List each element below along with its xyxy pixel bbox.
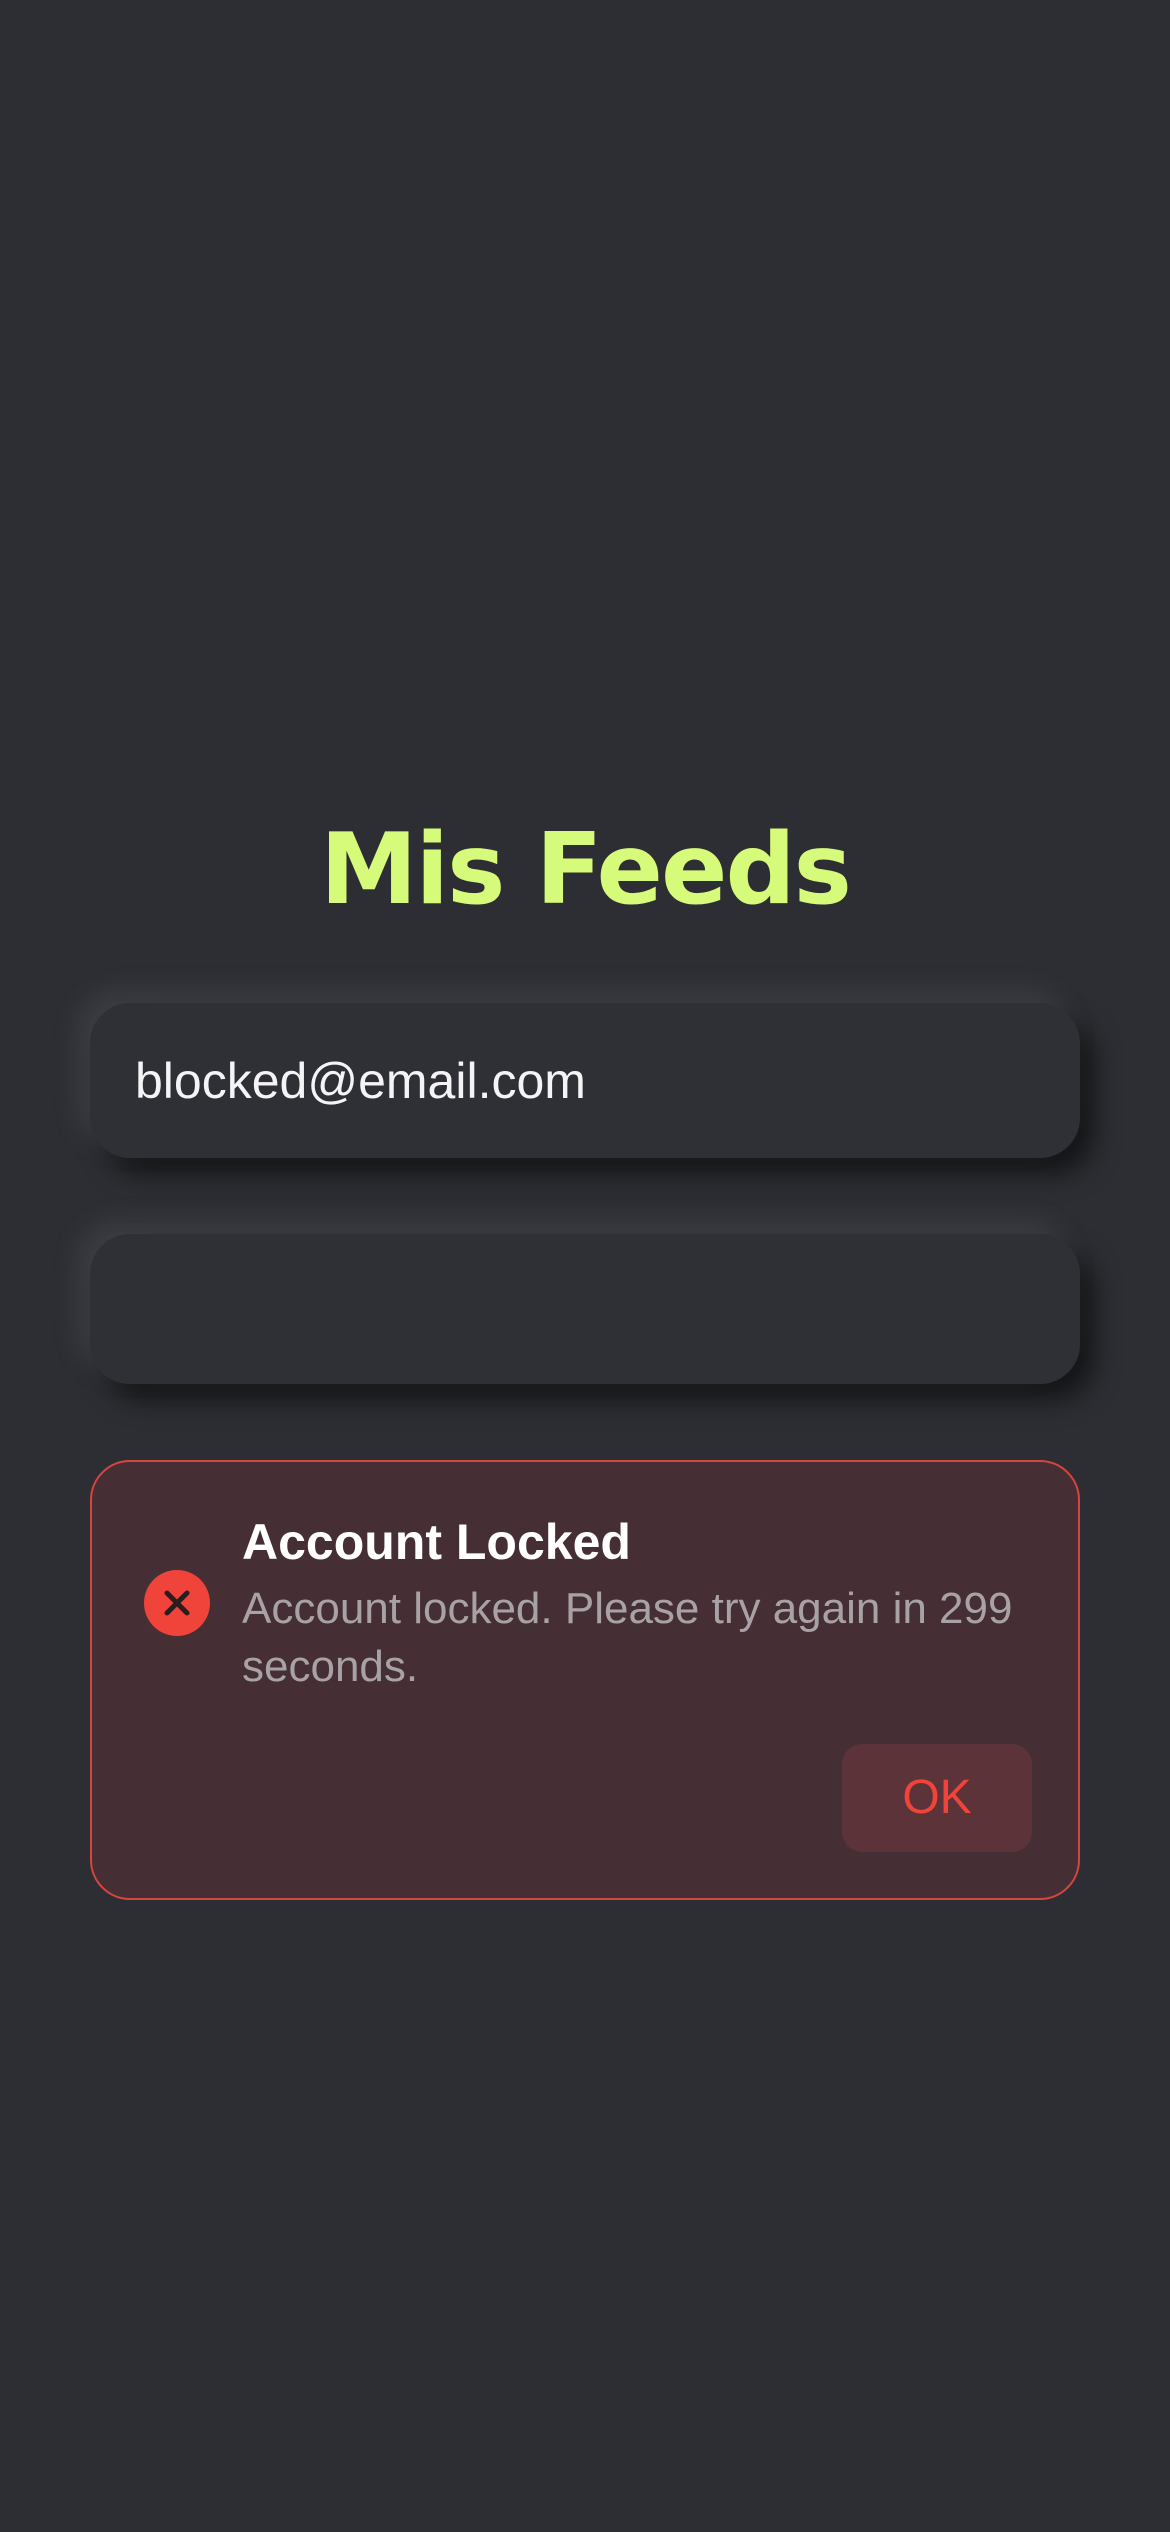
alert-message: Account locked. Please try again in 299 … — [242, 1584, 1013, 1691]
alert-title: Account Locked — [242, 1514, 631, 1570]
password-field-container — [90, 1234, 1080, 1384]
email-field[interactable] — [90, 1003, 1080, 1158]
x-circle-icon — [144, 1570, 210, 1636]
ok-button[interactable]: OK — [842, 1744, 1032, 1852]
email-field-container — [90, 1003, 1080, 1158]
error-alert: Account Locked Account locked. Please tr… — [90, 1460, 1080, 1900]
app-title: Mis Feeds — [320, 813, 852, 927]
password-field[interactable] — [90, 1234, 1080, 1384]
